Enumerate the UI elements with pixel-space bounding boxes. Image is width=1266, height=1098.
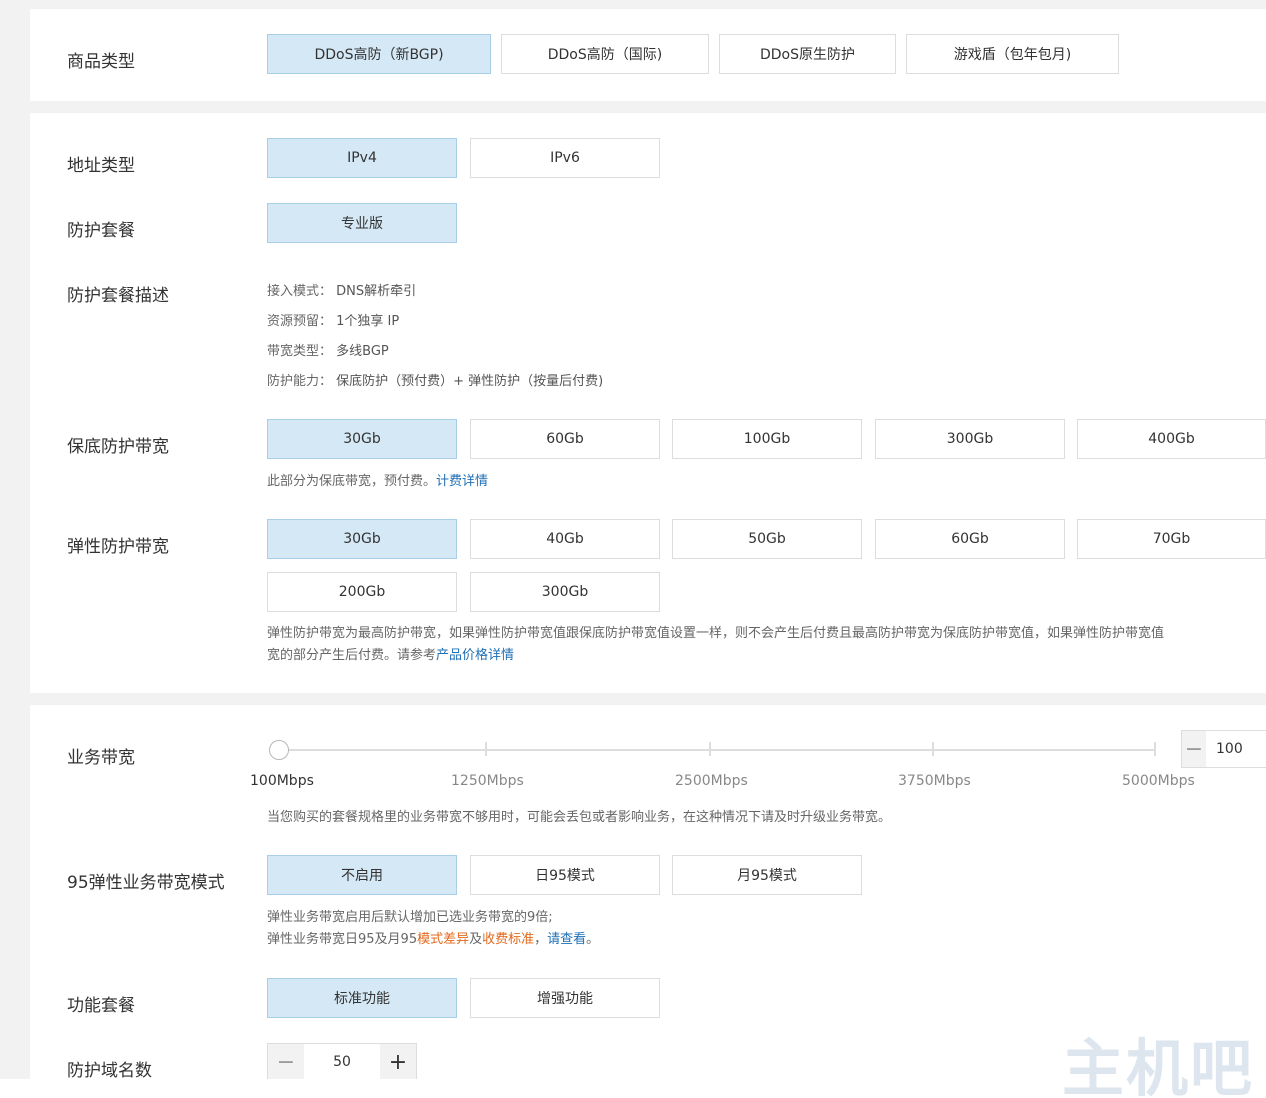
slider-tick-label: 100Mbps	[250, 773, 314, 789]
note-text: 宽的部分产生后付费。请参考	[267, 648, 437, 663]
elastic-bw-option-200[interactable]: 200Gb	[267, 572, 457, 612]
desc-key: 带宽类型：	[267, 344, 333, 359]
address-option-ipv6[interactable]: IPv6	[470, 138, 660, 178]
feature-option-enhanced[interactable]: 增强功能	[470, 978, 660, 1018]
feature-package-label: 功能套餐	[67, 996, 135, 1016]
please-view-link[interactable]: 请查看	[547, 932, 586, 947]
elastic-mode-option-daily95[interactable]: 日95模式	[470, 855, 660, 895]
address-option-ipv4[interactable]: IPv4	[267, 138, 457, 178]
bandwidth-stepper: −	[1181, 730, 1266, 768]
elastic-bw-option-70[interactable]: 70Gb	[1077, 519, 1266, 559]
desc-row-bandwidth-type: 带宽类型： 多线BGP	[267, 340, 389, 359]
desc-key: 防护能力：	[267, 374, 333, 389]
pricing-standard-link[interactable]: 收费标准	[482, 932, 534, 947]
note-text: 弹性业务带宽日95及月95	[267, 932, 418, 947]
product-option-ddos-native[interactable]: DDoS原生防护	[719, 34, 896, 74]
watermark-logo: 主机吧	[1062, 1032, 1255, 1098]
elastic-mode-option-monthly95[interactable]: 月95模式	[672, 855, 862, 895]
desc-row-access-mode: 接入模式： DNS解析牵引	[267, 280, 416, 299]
slider-tick-label: 1250Mbps	[451, 773, 524, 789]
protection-package-label: 防护套餐	[67, 221, 135, 241]
bandwidth-slider-track[interactable]	[280, 749, 1155, 751]
elastic-bw-option-40[interactable]: 40Gb	[470, 519, 660, 559]
product-option-game-shield[interactable]: 游戏盾（包年包月)	[906, 34, 1119, 74]
product-type-label: 商品类型	[67, 52, 135, 72]
elastic-bandwidth-note: 弹性防护带宽为最高防护带宽，如果弹性防护带宽值跟保底防护带宽值设置一样，则不会产…	[267, 623, 1266, 667]
base-bandwidth-note: 此部分为保底带宽，预付费。计费详情	[267, 471, 488, 493]
desc-value: 多线BGP	[336, 344, 389, 359]
elastic-bandwidth-label: 弹性防护带宽	[67, 537, 169, 557]
address-type-label: 地址类型	[67, 156, 135, 176]
bandwidth-slider-handle[interactable]	[269, 740, 289, 760]
slider-tick	[1154, 742, 1156, 756]
note-text: 此部分为保底带宽，预付费。	[267, 474, 437, 489]
price-details-link[interactable]: 产品价格详情	[436, 648, 514, 663]
product-option-ddos-bgp[interactable]: DDoS高防（新BGP)	[267, 34, 491, 74]
domain-count-label: 防护域名数	[67, 1061, 152, 1081]
elastic-bw-option-50[interactable]: 50Gb	[672, 519, 862, 559]
desc-value: DNS解析牵引	[336, 284, 417, 299]
bandwidth-value-input[interactable]	[1206, 731, 1266, 767]
slider-tick	[709, 742, 711, 756]
elastic-mode-label: 95弹性业务带宽模式	[67, 873, 225, 893]
base-bw-option-60[interactable]: 60Gb	[470, 419, 660, 459]
bandwidth-minus-button[interactable]: −	[1182, 731, 1206, 767]
note-line-1: 弹性业务带宽启用后默认增加已选业务带宽的9倍;	[267, 910, 553, 925]
feature-option-standard[interactable]: 标准功能	[267, 978, 457, 1018]
note-text: ，	[534, 932, 548, 947]
business-bandwidth-note: 当您购买的套餐规格里的业务带宽不够用时，可能会丢包或者影响业务，在这种情况下请及…	[267, 810, 892, 825]
note-line-1: 弹性防护带宽为最高防护带宽，如果弹性防护带宽值跟保底防护带宽值设置一样，则不会产…	[267, 626, 1165, 641]
slider-tick	[485, 742, 487, 756]
billing-details-link[interactable]: 计费详情	[436, 474, 488, 489]
slider-tick-label: 2500Mbps	[675, 773, 748, 789]
slider-tick-label: 3750Mbps	[898, 773, 971, 789]
desc-key: 接入模式：	[267, 284, 333, 299]
elastic-mode-note: 弹性业务带宽启用后默认增加已选业务带宽的9倍; 弹性业务带宽日95及月95模式差…	[267, 907, 599, 951]
base-bw-option-400[interactable]: 400Gb	[1077, 419, 1266, 459]
elastic-bw-option-30[interactable]: 30Gb	[267, 519, 457, 559]
elastic-bw-option-300[interactable]: 300Gb	[470, 572, 660, 612]
package-desc-label: 防护套餐描述	[67, 286, 169, 306]
package-option-pro[interactable]: 专业版	[267, 203, 457, 243]
base-bw-option-100[interactable]: 100Gb	[672, 419, 862, 459]
desc-value: 保底防护（预付费）+ 弹性防护（按量后付费)	[336, 374, 604, 389]
domain-plus-button[interactable]: +	[380, 1044, 416, 1080]
desc-key: 资源预留：	[267, 314, 333, 329]
note-text: 。	[586, 932, 600, 947]
slider-tick-label: 5000Mbps	[1122, 773, 1195, 789]
slider-tick	[932, 742, 934, 756]
base-bandwidth-label: 保底防护带宽	[67, 437, 169, 457]
desc-value: 1个独享 IP	[336, 314, 400, 329]
domain-count-stepper: − +	[267, 1043, 417, 1081]
note-line-2: 宽的部分产生后付费。请参考产品价格详情	[267, 645, 1266, 667]
product-type-card: 商品类型 DDoS高防（新BGP) DDoS高防（国际) DDoS原生防护 游戏…	[30, 9, 1266, 101]
elastic-mode-option-off[interactable]: 不启用	[267, 855, 457, 895]
note-line-2: 弹性业务带宽日95及月95模式差异及收费标准，请查看。	[267, 929, 599, 951]
desc-row-resource: 资源预留： 1个独享 IP	[267, 310, 399, 329]
domain-count-input[interactable]	[304, 1044, 380, 1080]
base-bw-option-30[interactable]: 30Gb	[267, 419, 457, 459]
product-option-ddos-intl[interactable]: DDoS高防（国际)	[501, 34, 709, 74]
elastic-bw-option-60[interactable]: 60Gb	[875, 519, 1065, 559]
desc-row-capability: 防护能力： 保底防护（预付费）+ 弹性防护（按量后付费)	[267, 370, 603, 389]
domain-minus-button[interactable]: −	[268, 1044, 304, 1080]
config-card: 地址类型 IPv4 IPv6 防护套餐 专业版 防护套餐描述 接入模式： DNS…	[30, 113, 1266, 693]
base-bw-option-300[interactable]: 300Gb	[875, 419, 1065, 459]
business-bandwidth-label: 业务带宽	[67, 748, 135, 768]
mode-difference-link[interactable]: 模式差异	[417, 932, 469, 947]
note-text: 及	[469, 932, 483, 947]
